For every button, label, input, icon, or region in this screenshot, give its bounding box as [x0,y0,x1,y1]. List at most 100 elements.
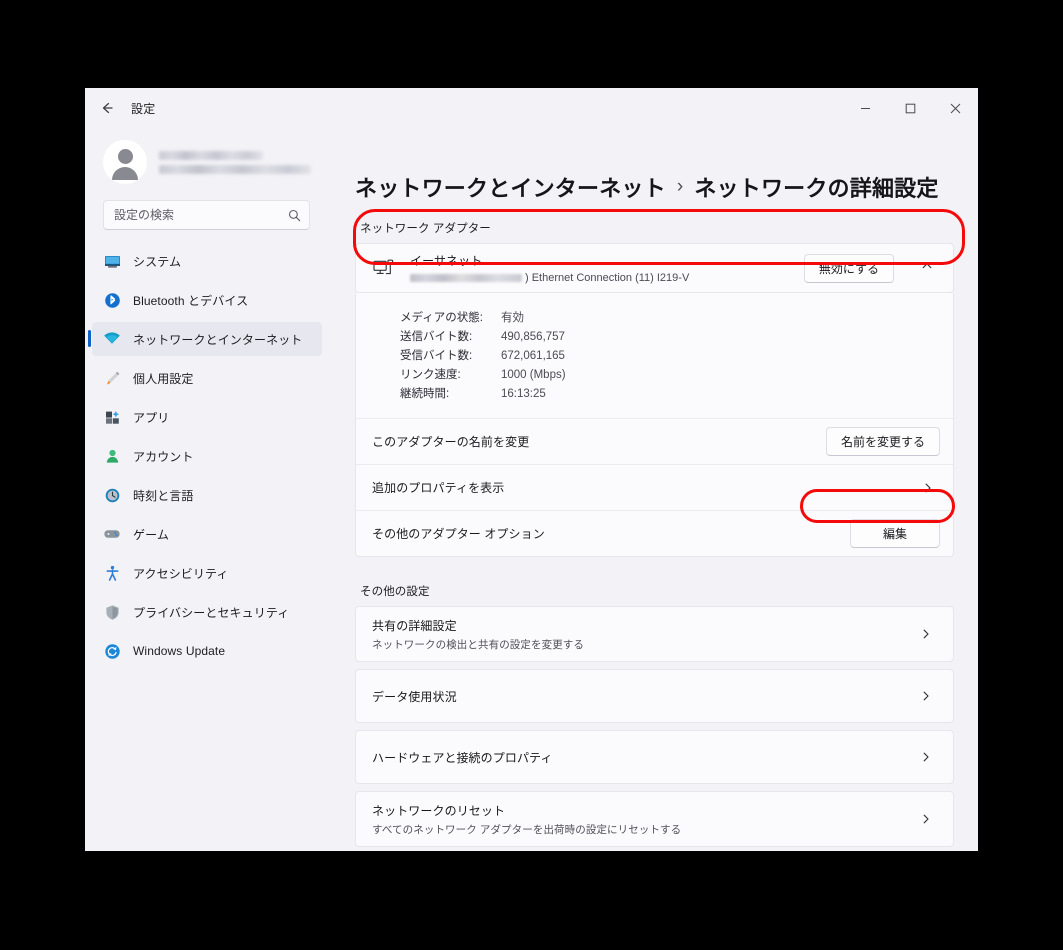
wifi-icon [103,330,121,348]
other-settings-section-label: その他の設定 [360,586,430,598]
search-input[interactable] [114,208,288,222]
adapter-expanded-panel: メディアの状態: 有効 送信バイト数: 490,856,757 受信バイト数: … [355,293,954,557]
detail-row: 受信バイト数: 672,061,165 [356,347,953,366]
main-content: ネットワークとインターネット › ネットワークの詳細設定 ネットワーク アダプタ… [340,128,978,851]
rename-adapter-button[interactable]: 名前を変更する [825,427,940,456]
search-icon [288,209,301,222]
breadcrumb-separator: › [676,176,684,197]
maximize-button[interactable] [888,88,933,128]
sidebar-item-label: プライバシーとセキュリティ [133,605,290,620]
chevron-right-icon [920,813,938,825]
sidebar-item-privacy-security[interactable]: プライバシーとセキュリティ [92,595,322,629]
detail-key: 送信バイト数: [400,331,473,343]
sidebar-item-label: アクセシビリティ [133,566,229,581]
sidebar-item-network-internet[interactable]: ネットワークとインターネット [88,322,322,356]
hardware-connection-properties-row[interactable]: ハードウェアと接続のプロパティ [355,730,954,784]
sidebar-item-time-language[interactable]: 時刻と言語 [92,478,322,512]
sidebar-item-label: Windows Update [133,644,226,658]
adapter-group: イーサネット ) Ethernet Connection (11) I219-V… [355,243,954,557]
detail-key: 受信バイト数: [400,350,473,362]
adapter-header-row[interactable]: イーサネット ) Ethernet Connection (11) I219-V… [355,243,954,293]
list-item-subtitle: ネットワークの検出と共有の設定を変更する [372,638,584,651]
chevron-right-icon [922,482,940,494]
detail-row: 継続時間: 16:13:25 [356,385,953,404]
detail-value: 16:13:25 [501,388,546,400]
window-title: 設定 [131,101,156,116]
sidebar: システム Bluetooth とデバイス [85,128,340,851]
window-body: システム Bluetooth とデバイス [85,128,978,851]
detail-row: 送信バイト数: 490,856,757 [356,328,953,347]
avatar [103,140,147,184]
disable-adapter-button[interactable]: 無効にする [803,253,894,283]
sidebar-item-apps[interactable]: アプリ [92,400,322,434]
sidebar-item-personalization[interactable]: 個人用設定 [92,361,322,395]
action-label: その他のアダプター オプション [372,527,545,541]
detail-key: 継続時間: [400,388,450,400]
sidebar-item-label: アプリ [133,410,170,425]
user-profile[interactable] [85,128,332,194]
detail-key: メディアの状態: [400,312,483,324]
adapter-detail-list: メディアの状態: 有効 送信バイト数: 490,856,757 受信バイト数: … [356,293,953,418]
search-box[interactable] [103,200,310,230]
list-item-subtitle: すべてのネットワーク アダプターを出荷時の設定にリセットする [372,823,682,836]
user-name-redacted [159,150,263,160]
gamepad-icon [103,525,121,543]
person-avatar-icon [117,149,133,164]
list-item-title: ネットワークのリセット [372,803,506,818]
detail-value: 672,061,165 [501,350,565,362]
settings-window: 設定 設定の検索 システム Bluetooth とデバイス ネットワークとインタ… [85,88,978,851]
advanced-sharing-settings-row[interactable]: 共有の詳細設定 ネットワークの検出と共有の設定を変更する [355,606,954,662]
sidebar-item-label: ネットワークとインターネット [133,332,303,347]
sidebar-item-gaming[interactable]: ゲーム [92,517,322,551]
detail-value: 490,856,757 [501,331,565,343]
user-email-redacted [159,164,311,174]
sidebar-item-label: ゲーム [133,527,169,542]
collapse-adapter-button[interactable] [912,253,942,283]
data-usage-row[interactable]: データ使用状況 [355,669,954,723]
maximize-icon [905,103,916,114]
monitor-icon [103,252,121,270]
chevron-right-icon [920,751,938,763]
chevron-up-icon [921,259,933,277]
minimize-icon [860,103,871,114]
detail-value: 1000 (Mbps) [501,369,566,381]
adapter-model: ) Ethernet Connection (11) I219-V [525,272,690,284]
paintbrush-icon [103,369,121,387]
window-controls [843,88,978,128]
back-button[interactable] [91,92,123,124]
list-item-title: データ使用状況 [372,689,457,704]
minimize-button[interactable] [843,88,888,128]
chevron-right-icon [920,628,938,640]
sidebar-item-label: 個人用設定 [133,371,194,386]
detail-row: メディアの状態: 有効 [356,309,953,328]
adapter-description: ) Ethernet Connection (11) I219-V [410,272,790,284]
ethernet-icon [372,257,396,280]
other-adapter-options-edit-button[interactable]: 編集 [850,519,940,548]
adapter-vendor-redacted [410,274,522,282]
rename-adapter-row: このアダプターの名前を変更 名前を変更する [356,418,953,464]
detail-key: リンク速度: [400,369,461,381]
shield-icon [103,603,121,621]
list-item-title: 共有の詳細設定 [372,618,457,633]
apps-icon [103,408,121,426]
close-button[interactable] [933,88,978,128]
sidebar-item-windows-update[interactable]: Windows Update [92,634,322,668]
sidebar-item-accounts[interactable]: アカウント [92,439,322,473]
chevron-right-icon [920,690,938,702]
breadcrumb-parent[interactable]: ネットワークとインターネット [355,171,666,203]
screen: 設定 設定の検索 システム Bluetooth とデバイス ネットワークとインタ… [0,0,1063,950]
sidebar-item-label: 時刻と言語 [133,488,194,503]
adapter-name: イーサネット [410,254,483,268]
sidebar-item-system[interactable]: システム [92,244,322,278]
sidebar-item-accessibility[interactable]: アクセシビリティ [92,556,322,590]
arrow-left-icon [99,100,115,116]
detail-row: リンク速度: 1000 (Mbps) [356,366,953,385]
sidebar-item-bluetooth-devices[interactable]: Bluetooth とデバイス [92,283,322,317]
network-reset-row[interactable]: ネットワークのリセット すべてのネットワーク アダプターを出荷時の設定にリセット… [355,791,954,847]
other-adapter-options-row: その他のアダプター オプション 編集 [356,510,953,556]
network-adapters-section-label: ネットワーク アダプター [360,223,491,235]
breadcrumb: ネットワークとインターネット › ネットワークの詳細設定 [355,171,954,203]
sidebar-nav: システム Bluetooth とデバイス ネットワークとインターネット 個人用設… [85,244,332,668]
title-bar: 設定 [85,88,978,128]
view-additional-properties-row[interactable]: 追加のプロパティを表示 [356,464,953,510]
